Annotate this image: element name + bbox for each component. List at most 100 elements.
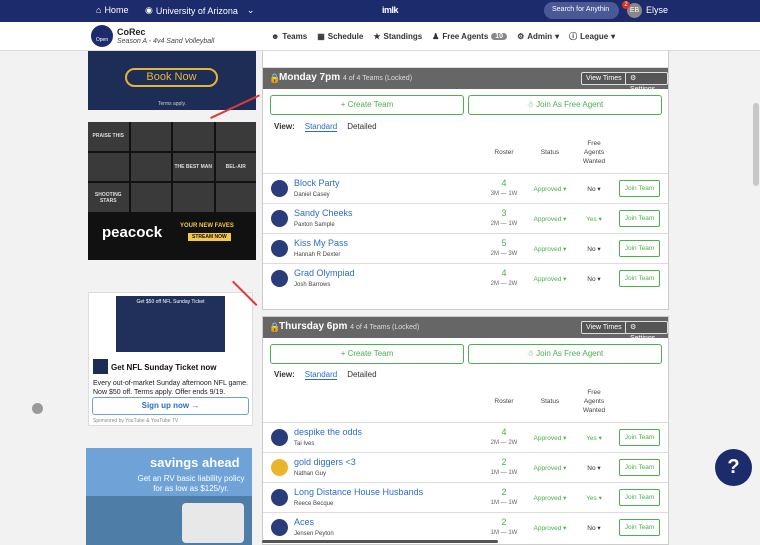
nav-standings[interactable]: ★ Standings <box>373 31 422 42</box>
notification-badge[interactable]: 2 <box>622 1 630 9</box>
home-label: Home <box>104 5 129 15</box>
team-row: Grad Olympiad Josh Barrows 4 2M — 2W App… <box>263 263 668 293</box>
imleagues-logo[interactable]: imlk <box>382 5 399 15</box>
team-logo[interactable] <box>271 180 288 197</box>
free-agents-dropdown[interactable]: Yes ▾ <box>579 494 609 502</box>
join-free-agent-button[interactable]: ☃ Join As Free Agent <box>468 95 662 115</box>
free-agents-dropdown[interactable]: Yes ▾ <box>579 434 609 442</box>
teams-icon: ☻ <box>271 32 280 41</box>
view-standard-tab[interactable]: Standard <box>304 122 338 132</box>
join-team-button[interactable]: Join Team <box>619 429 660 446</box>
join-team-button[interactable]: Join Team <box>619 519 660 536</box>
home-link[interactable]: ⌂ Home <box>96 5 128 15</box>
team-name-link[interactable]: despike the odds <box>294 427 362 437</box>
roster-count: 4 <box>501 427 507 437</box>
view-toggle: View: Standard Detailed <box>274 370 377 380</box>
nav-free-agents-label: Free Agents <box>442 32 489 41</box>
team-name-link[interactable]: Block Party <box>294 178 340 188</box>
school-selector[interactable]: ◉ University of Arizona ⌄ <box>145 5 254 16</box>
roster-breakdown: 2M — 2W <box>490 281 518 287</box>
gear-icon: ⚙ <box>517 32 525 41</box>
team-name-link[interactable]: Long Distance House Husbands <box>294 487 423 497</box>
team-name-link[interactable]: Kiss My Pass <box>294 238 348 248</box>
status-dropdown[interactable]: Approved ▾ <box>525 524 575 532</box>
join-team-button[interactable]: Join Team <box>619 489 660 506</box>
table-header: Roster Status Free Agents Wanted <box>263 386 668 422</box>
team-logo[interactable] <box>271 489 288 506</box>
free-agents-dropdown[interactable]: No ▾ <box>579 185 609 193</box>
join-team-button[interactable]: Join Team <box>619 270 660 287</box>
free-agents-dropdown[interactable]: No ▾ <box>579 245 609 253</box>
status-dropdown[interactable]: Approved ▾ <box>525 245 575 253</box>
create-team-button[interactable]: + Create Team <box>270 344 464 364</box>
ad-big-text: savings ahead <box>150 455 240 470</box>
free-agents-dropdown[interactable]: No ▾ <box>579 524 609 532</box>
join-team-button[interactable]: Join Team <box>619 180 660 197</box>
team-logo[interactable] <box>271 519 288 536</box>
league-subtitle: Season A - 4v4 Sand Volleyball <box>117 38 215 45</box>
ad-banner-rv[interactable]: savings ahead Get an RV basic liability … <box>86 448 252 545</box>
team-logo[interactable] <box>271 270 288 287</box>
view-times-button[interactable]: View Times <box>581 72 627 85</box>
team-logo[interactable] <box>271 240 288 257</box>
col-status: Status <box>540 398 560 405</box>
nav-teams-label: Teams <box>282 32 308 41</box>
ad-signup-button[interactable]: Sign up now → <box>92 397 249 415</box>
join-free-agent-button[interactable]: ☃ Join As Free Agent <box>468 344 662 364</box>
team-logo[interactable] <box>271 459 288 476</box>
help-button[interactable]: ? <box>715 449 752 486</box>
ad-stream-button[interactable]: STREAM NOW <box>188 233 231 241</box>
panel-body: + Create Team ☃ Join As Free Agent View:… <box>263 89 668 307</box>
status-dropdown[interactable]: Approved ▾ <box>525 464 575 472</box>
nav-admin[interactable]: ⚙ Admin ▾ <box>517 31 559 42</box>
team-captain: Reece Becque <box>294 501 334 507</box>
status-dropdown[interactable]: Approved ▾ <box>525 494 575 502</box>
status-dropdown[interactable]: Approved ▾ <box>525 215 575 223</box>
ad-tile <box>130 183 171 212</box>
panel-actions: + Create Team ☃ Join As Free Agent <box>270 344 662 364</box>
user-name[interactable]: Elyse <box>646 5 668 15</box>
ad-promo-image: Get $50 off NFL Sunday Ticket <box>116 296 225 352</box>
create-team-button[interactable]: + Create Team <box>270 95 464 115</box>
caret-down-icon: ▾ <box>555 32 560 41</box>
team-name-link[interactable]: Aces <box>294 517 314 527</box>
user-icon: ♟ <box>432 32 440 41</box>
nav-league[interactable]: ⓘ League ▾ <box>569 31 615 42</box>
school-label: University of Arizona <box>155 5 238 16</box>
league-nav: ☻ Teams ▦ Schedule ★ Standings ♟ Free Agents… <box>271 31 615 42</box>
team-captain: Nathan Guy <box>294 471 327 477</box>
team-logo[interactable] <box>271 210 288 227</box>
home-indicator <box>262 540 498 543</box>
floating-dot[interactable] <box>32 403 43 414</box>
view-detailed-tab[interactable]: Detailed <box>347 370 376 380</box>
status-dropdown[interactable]: Approved ▾ <box>525 185 575 193</box>
free-agents-dropdown[interactable]: No ▾ <box>579 275 609 283</box>
join-team-button[interactable]: Join Team <box>619 210 660 227</box>
team-name-link[interactable]: Sandy Cheeks <box>294 208 353 218</box>
team-name-link[interactable]: gold diggers <3 <box>294 457 356 467</box>
free-agents-dropdown[interactable]: Yes ▾ <box>579 215 609 223</box>
settings-button[interactable]: ⚙ Settings <box>625 321 668 342</box>
nav-teams[interactable]: ☻ Teams <box>271 31 307 42</box>
team-row: Block Party Daniel Casey 4 3M — 1W Appro… <box>263 173 668 203</box>
view-times-button[interactable]: View Times <box>581 321 627 334</box>
status-dropdown[interactable]: Approved ▾ <box>525 275 575 283</box>
scrollbar[interactable] <box>753 103 759 186</box>
ad-banner-peacock[interactable]: PRAISE THIS THE BEST MAN BEL-AIR SHOOTIN… <box>88 122 256 260</box>
nav-free-agents[interactable]: ♟ Free Agents 10 <box>432 31 508 42</box>
free-agents-dropdown[interactable]: No ▾ <box>579 464 609 472</box>
view-standard-tab[interactable]: Standard <box>304 370 338 380</box>
team-logo[interactable] <box>271 429 288 446</box>
status-dropdown[interactable]: Approved ▾ <box>525 434 575 442</box>
timeslot-panel: 🔒 Thursday 6pm 4 of 4 Teams (Locked) Vie… <box>262 316 669 545</box>
ad-book-now-button[interactable]: Book Now <box>125 68 218 87</box>
view-detailed-tab[interactable]: Detailed <box>347 122 376 132</box>
nav-schedule[interactable]: ▦ Schedule <box>317 31 363 42</box>
ad-banner-booknow[interactable]: Book Now Terms apply. <box>88 51 256 110</box>
join-team-button[interactable]: Join Team <box>619 240 660 257</box>
join-team-button[interactable]: Join Team <box>619 459 660 476</box>
settings-button[interactable]: ⚙ Settings <box>625 72 668 93</box>
global-search-input[interactable]: Search for Anythin <box>544 2 619 19</box>
ad-banner-nfl[interactable]: Get $50 off NFL Sunday Ticket Get NFL Su… <box>88 292 253 426</box>
team-name-link[interactable]: Grad Olympiad <box>294 268 355 278</box>
